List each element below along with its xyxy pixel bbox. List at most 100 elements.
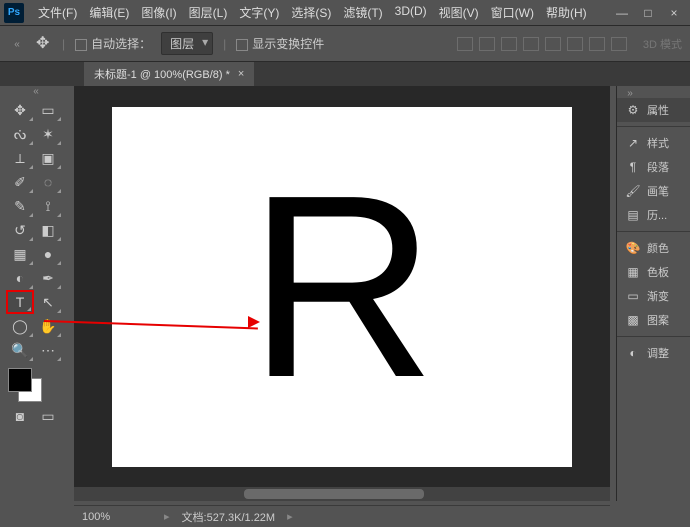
close-button[interactable]: × <box>662 4 686 22</box>
move-icon <box>36 36 52 52</box>
align-icon[interactable] <box>545 37 561 51</box>
window-controls: — □ × <box>610 4 686 22</box>
align-group <box>457 37 627 51</box>
document-tab[interactable]: 未标题-1 @ 100%(RGB/8) * × <box>84 61 254 86</box>
3d-mode-label: 3D 模式 <box>643 36 682 52</box>
lasso-tool[interactable]: ᔔ <box>6 122 34 146</box>
blur-tool[interactable]: ● <box>34 242 62 266</box>
pen-tool[interactable]: ✒ <box>34 266 62 290</box>
frame-tool[interactable]: ▣ <box>34 146 62 170</box>
menu-item[interactable]: 图层(L) <box>183 4 234 21</box>
panel-item[interactable]: ▩ 图案 <box>617 308 690 332</box>
marquee-tool[interactable]: ▭ <box>34 98 62 122</box>
panel-item[interactable]: ▤历... <box>617 203 690 227</box>
collapse-handle-icon[interactable]: « <box>6 86 66 96</box>
menu-item[interactable]: 滤镜(T) <box>337 4 388 21</box>
panel-icon: 🎨 <box>625 241 641 255</box>
panel-label: 属性 <box>647 102 669 118</box>
path-select-tool[interactable]: ↖ <box>34 290 62 314</box>
eraser-tool[interactable]: ◧ <box>34 218 62 242</box>
align-icon[interactable] <box>567 37 583 51</box>
panel-label: 颜色 <box>647 240 669 256</box>
menu-bar: Ps 文件(F)编辑(E)图像(I)图层(L)文字(Y)选择(S)滤镜(T)3D… <box>0 0 690 26</box>
align-icon[interactable] <box>501 37 517 51</box>
maximize-button[interactable]: □ <box>636 4 660 22</box>
align-icon[interactable] <box>479 37 495 51</box>
shape-tool[interactable]: ◯ <box>6 314 34 338</box>
collapse-handle-icon[interactable]: « <box>8 39 26 49</box>
layer-dropdown[interactable]: 图层 <box>161 32 213 55</box>
gradient-tool[interactable]: ▦ <box>6 242 34 266</box>
panel-item[interactable]: 🎨 颜色 <box>617 236 690 260</box>
chevron-right-icon[interactable]: ▸ <box>164 510 170 523</box>
panel-item[interactable]: ↗样式 <box>617 131 690 155</box>
panel-label: 图案 <box>647 312 669 328</box>
hand-tool[interactable]: ✋ <box>34 314 62 338</box>
show-transform-label: 显示变换控件 <box>252 37 324 51</box>
horizontal-scrollbar[interactable] <box>74 487 610 501</box>
panel-item[interactable]: 🖌画笔 <box>617 179 690 203</box>
chevron-right-icon[interactable]: ▸ <box>287 510 293 523</box>
align-icon[interactable] <box>589 37 605 51</box>
color-swatches[interactable] <box>8 368 64 404</box>
type-tool[interactable]: T <box>6 290 34 314</box>
options-bar: « | 自动选择： 图层 | 显示变换控件 3D 模式 <box>0 26 690 62</box>
dodge-tool[interactable]: ◐ <box>6 266 34 290</box>
show-transform-checkbox[interactable]: 显示变换控件 <box>236 35 324 52</box>
menu-item[interactable]: 窗口(W) <box>485 4 540 21</box>
move-tool[interactable]: ✥ <box>6 98 34 122</box>
panel-icon: ↗ <box>625 136 641 150</box>
tab-close-icon[interactable]: × <box>238 68 244 80</box>
panel-item[interactable]: ▭ 渐变 <box>617 284 690 308</box>
sliders-icon: ⚙ <box>625 103 641 117</box>
history-brush-tool[interactable]: ↺ <box>6 218 34 242</box>
wand-tool[interactable]: ✶ <box>34 122 62 146</box>
auto-select-checkbox[interactable]: 自动选择： <box>75 35 151 52</box>
menu-item[interactable]: 选择(S) <box>285 4 337 21</box>
minimize-button[interactable]: — <box>610 4 634 22</box>
panel-item[interactable]: ¶ 段落 <box>617 155 690 179</box>
panel-icon: ▭ <box>625 289 641 303</box>
right-panels: » ⚙ 属性 ↗样式 ¶ 段落 🖌画笔▤历... 🎨 颜色 ▦色板 ▭ 渐变 ▩ 图案 ◐调整 <box>616 86 690 501</box>
panel-icon: ▩ <box>625 313 641 327</box>
panel-item[interactable]: ▦色板 <box>617 260 690 284</box>
quick-mask-tool[interactable]: ◙ <box>6 404 34 428</box>
scrollbar-thumb[interactable] <box>244 489 424 499</box>
menu-item[interactable]: 视图(V) <box>433 4 485 21</box>
brush-tool[interactable]: ✎ <box>6 194 34 218</box>
panel-icon: ▦ <box>625 265 641 279</box>
divider: | <box>62 37 65 51</box>
align-icon[interactable] <box>457 37 473 51</box>
panel-label: 渐变 <box>647 288 669 304</box>
crop-tool[interactable]: ⟂ <box>6 146 34 170</box>
screen-mode-tool[interactable]: ▭ <box>34 404 62 428</box>
panel-icon: ¶ <box>625 160 641 174</box>
zoom-tool[interactable]: 🔍 <box>6 338 34 362</box>
menu-item[interactable]: 图像(I) <box>135 4 182 21</box>
collapse-handle-icon[interactable]: » <box>621 88 639 98</box>
panel-icon: 🖌 <box>625 184 641 198</box>
panel-label: 调整 <box>647 345 669 361</box>
canvas-viewport[interactable]: R <box>74 86 610 487</box>
menu-item[interactable]: 文字(Y) <box>233 4 285 21</box>
panel-properties[interactable]: ⚙ 属性 <box>617 98 690 122</box>
align-icon[interactable] <box>523 37 539 51</box>
zoom-level[interactable]: 100% <box>82 511 152 523</box>
stamp-tool[interactable]: ⟟ <box>34 194 62 218</box>
align-icon[interactable] <box>611 37 627 51</box>
panel-item[interactable]: ◐调整 <box>617 341 690 365</box>
document-tab-bar: 未标题-1 @ 100%(RGB/8) * × <box>0 62 690 86</box>
patch-tool[interactable]: ◌ <box>34 170 62 194</box>
status-bar: 100% ▸ 文档:527.3K/1.22M ▸ <box>74 505 610 527</box>
canvas[interactable]: R <box>112 107 572 467</box>
panel-label: 段落 <box>647 159 669 175</box>
menu-item[interactable]: 文件(F) <box>32 4 83 21</box>
eyedropper-tool[interactable]: ✐ <box>6 170 34 194</box>
menu-item[interactable]: 帮助(H) <box>540 4 593 21</box>
text-layer-glyph[interactable]: R <box>248 157 436 417</box>
menu-item[interactable]: 3D(D) <box>389 4 433 21</box>
menu-item[interactable]: 编辑(E) <box>83 4 135 21</box>
tools-panel: « ✥▭ᔔ✶⟂▣✐◌✎⟟↺◧▦●◐✒T↖◯✋🔍⋯◙▭ <box>6 86 66 428</box>
tab-title: 未标题-1 @ 100%(RGB/8) * <box>94 66 230 82</box>
edit-toolbar[interactable]: ⋯ <box>34 338 62 362</box>
